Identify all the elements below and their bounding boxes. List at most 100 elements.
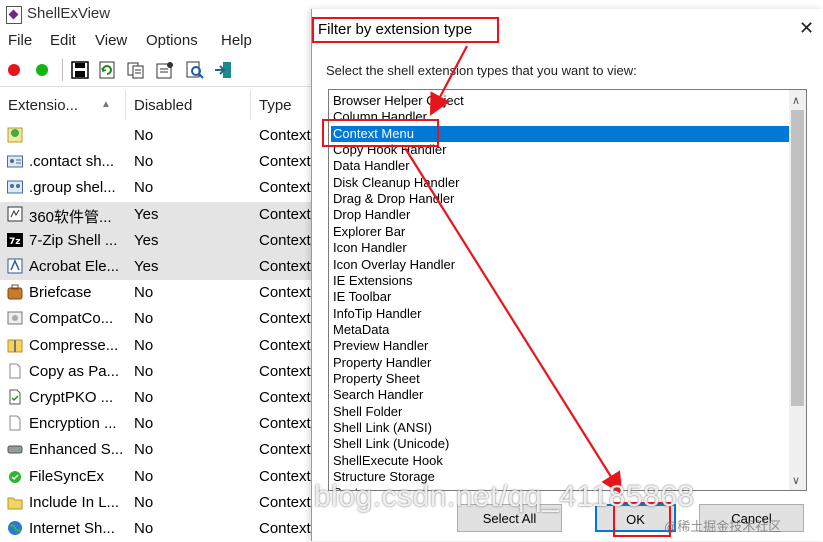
extension-type-option[interactable]: Property Sheet (331, 371, 791, 387)
type-value: Context (259, 310, 311, 328)
disabled-value: No (134, 127, 154, 144)
extension-type-option[interactable]: Property Handler (331, 355, 791, 371)
type-value: Context (259, 389, 311, 406)
save-icon[interactable] (71, 61, 89, 79)
find-icon[interactable] (186, 61, 204, 79)
extension-type-option[interactable]: Drag & Drop Handler (331, 191, 791, 207)
menu-file[interactable]: File (8, 32, 32, 49)
type-value: Context (259, 415, 311, 433)
extension-name: 7-Zip Shell ... (29, 231, 118, 249)
type-value: Context (259, 362, 311, 380)
extension-type-option[interactable]: Search Handler (331, 387, 791, 403)
disabled-value: No (134, 415, 154, 433)
disabled-value: Yes (134, 258, 159, 275)
type-value: Context (259, 153, 311, 171)
extension-type-option[interactable]: InfoTip Handler (331, 306, 791, 322)
extension-name: 360软件管... (29, 208, 112, 226)
list-row[interactable]: Briefcase No Context (0, 280, 320, 306)
extension-type-option[interactable]: Preview Handler (331, 338, 791, 354)
sort-arrow-icon: ▲ (101, 99, 111, 110)
list-row[interactable]: Encryption ... No Context (0, 411, 320, 437)
acrobat-icon (7, 258, 23, 274)
type-value: Context (259, 441, 311, 459)
close-icon[interactable]: ✕ (799, 19, 814, 37)
scrollbar-thumb[interactable] (791, 110, 804, 406)
refresh-icon[interactable] (98, 61, 116, 79)
extension-type-option[interactable]: Column Handler (331, 109, 791, 125)
type-value: Context (259, 467, 311, 485)
scroll-up-icon[interactable]: ∧ (792, 94, 800, 107)
column-header-type[interactable]: Type (251, 90, 320, 120)
list-row[interactable]: No Context (0, 123, 320, 149)
properties-icon[interactable] (156, 61, 174, 79)
extension-type-option[interactable]: Shell Folder (331, 404, 791, 420)
list-row[interactable]: .contact sh... No Context (0, 149, 320, 175)
list-row[interactable]: Include In L... No Context (0, 490, 320, 516)
type-value: Context (259, 127, 311, 144)
extension-type-option[interactable]: IE Toolbar (331, 289, 791, 305)
extension-name: CryptPKO ... (29, 389, 114, 406)
briefcase-icon (7, 284, 23, 300)
cryptpko-icon (7, 389, 23, 405)
extension-type-option[interactable]: Data Handler (331, 158, 791, 174)
list-row[interactable]: 7z 7-Zip Shell ... Yes Context (0, 227, 320, 254)
disabled-value: No (134, 179, 154, 197)
green-dot-icon[interactable] (36, 64, 48, 76)
type-value: Context (259, 179, 311, 197)
toolbar (0, 54, 320, 87)
extension-type-option[interactable]: System (331, 485, 791, 490)
exit-icon[interactable] (214, 61, 232, 79)
extension-type-option[interactable]: Disk Cleanup Handler (331, 175, 791, 191)
extension-name: Acrobat Ele... (29, 258, 120, 275)
list-row[interactable]: Enhanced S... No Context (0, 437, 320, 463)
extension-type-option[interactable]: ShellExecute Hook (331, 453, 791, 469)
column-header-extension[interactable]: Extensio... ▲ (0, 90, 126, 120)
menu-edit[interactable]: Edit (50, 32, 76, 49)
360-icon (7, 206, 23, 222)
compat-icon (7, 310, 23, 326)
extension-type-option[interactable]: Explorer Bar (331, 224, 791, 240)
extension-type-option[interactable]: Context Menu (331, 125, 791, 142)
list-row[interactable]: CryptPKO ... No Context (0, 385, 320, 411)
group-icon (7, 179, 23, 195)
disabled-value: No (134, 310, 154, 328)
list-row[interactable]: Internet Sh... No Context (0, 516, 320, 542)
extension-type-option[interactable]: Icon Overlay Handler (331, 257, 791, 273)
extension-type-option[interactable]: Copy Hook Handler (331, 142, 791, 158)
list-row[interactable]: FileSyncEx No Context (0, 464, 320, 490)
extension-type-option[interactable]: Structure Storage (331, 469, 791, 485)
extension-type-option[interactable]: Browser Helper Object (331, 93, 791, 109)
extension-type-option[interactable]: Shell Link (ANSI) (331, 420, 791, 436)
extension-type-option[interactable]: Shell Link (Unicode) (331, 436, 791, 452)
copy-icon[interactable] (127, 61, 145, 79)
type-value: Context (259, 205, 311, 223)
ok-button[interactable]: OK (595, 504, 676, 532)
extension-type-option[interactable]: Icon Handler (331, 240, 791, 256)
drive-icon (7, 441, 23, 457)
extension-name: Copy as Pa... (29, 362, 120, 380)
column-header-disabled[interactable]: Disabled (126, 90, 251, 120)
disabled-value: No (134, 493, 154, 511)
extension-type-option[interactable]: MetaData (331, 322, 791, 338)
type-value: Context (259, 336, 311, 354)
cancel-button[interactable]: Cancel (699, 504, 804, 532)
list-row[interactable]: .group shel... No Context (0, 175, 320, 201)
select-all-button[interactable]: Select All (457, 504, 562, 532)
menu-options[interactable]: Options (146, 32, 198, 49)
extension-type-option[interactable]: Drop Handler (331, 207, 791, 223)
list-row[interactable]: Copy as Pa... No Context (0, 359, 320, 385)
list-row[interactable]: Acrobat Ele... Yes Context (0, 254, 320, 280)
red-dot-icon[interactable] (8, 64, 20, 76)
menu-help[interactable]: Help (221, 32, 252, 49)
disabled-value: Yes (134, 205, 159, 223)
listbox-scrollbar[interactable]: ∧ ∨ (789, 90, 806, 490)
app-icon (6, 6, 22, 24)
list-row[interactable]: Compresse... No Context (0, 333, 320, 359)
extension-type-listbox[interactable]: Browser Helper Object Column Handler Conte… (328, 89, 807, 491)
list-row[interactable]: CompatCo... No Context (0, 306, 320, 332)
scroll-down-icon[interactable]: ∨ (792, 474, 800, 487)
extension-type-option[interactable]: IE Extensions (331, 273, 791, 289)
list-row[interactable]: 360软件管... Yes Context (0, 201, 320, 228)
type-value: Context (259, 231, 311, 249)
menu-view[interactable]: View (95, 32, 127, 49)
